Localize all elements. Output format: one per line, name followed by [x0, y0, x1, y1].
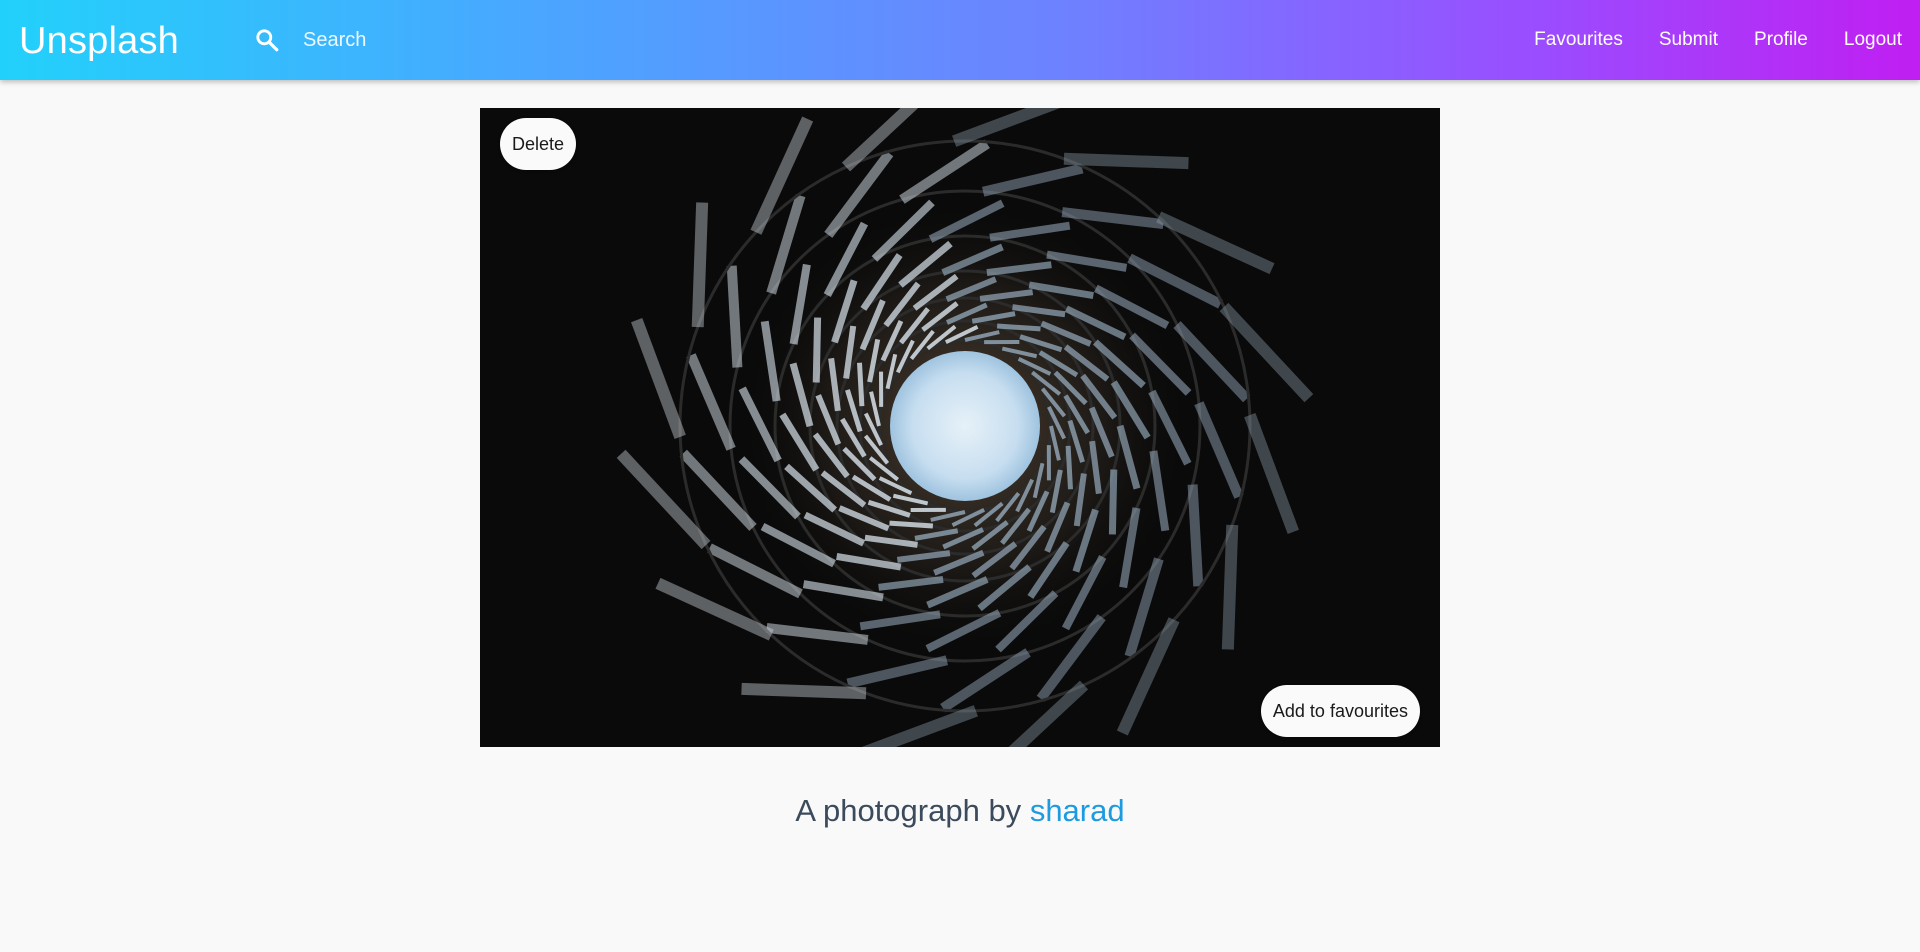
nav-logout-link[interactable]: Logout: [1826, 0, 1920, 80]
add-to-favourites-button[interactable]: Add to favourites: [1260, 685, 1420, 737]
top-navbar: Unsplash Favourites Submit Profile Logou…: [0, 0, 1920, 80]
photo-caption: A photograph by sharad: [0, 793, 1920, 829]
brand-logo[interactable]: Unsplash: [19, 18, 179, 64]
search-bar: [240, 20, 800, 60]
nav-submit-link[interactable]: Submit: [1641, 0, 1736, 80]
search-input[interactable]: [301, 21, 785, 59]
photo-image: [480, 108, 1440, 747]
search-icon[interactable]: [250, 23, 284, 57]
photo-card: Delete Add to favourites: [480, 108, 1440, 747]
nav-profile-link[interactable]: Profile: [1736, 0, 1826, 80]
author-link[interactable]: sharad: [1030, 793, 1125, 828]
delete-button[interactable]: Delete: [500, 118, 577, 170]
nav-favourites-link[interactable]: Favourites: [1516, 0, 1641, 80]
caption-prefix: A photograph by: [795, 793, 1022, 828]
nav-links: Favourites Submit Profile Logout: [1516, 0, 1920, 80]
